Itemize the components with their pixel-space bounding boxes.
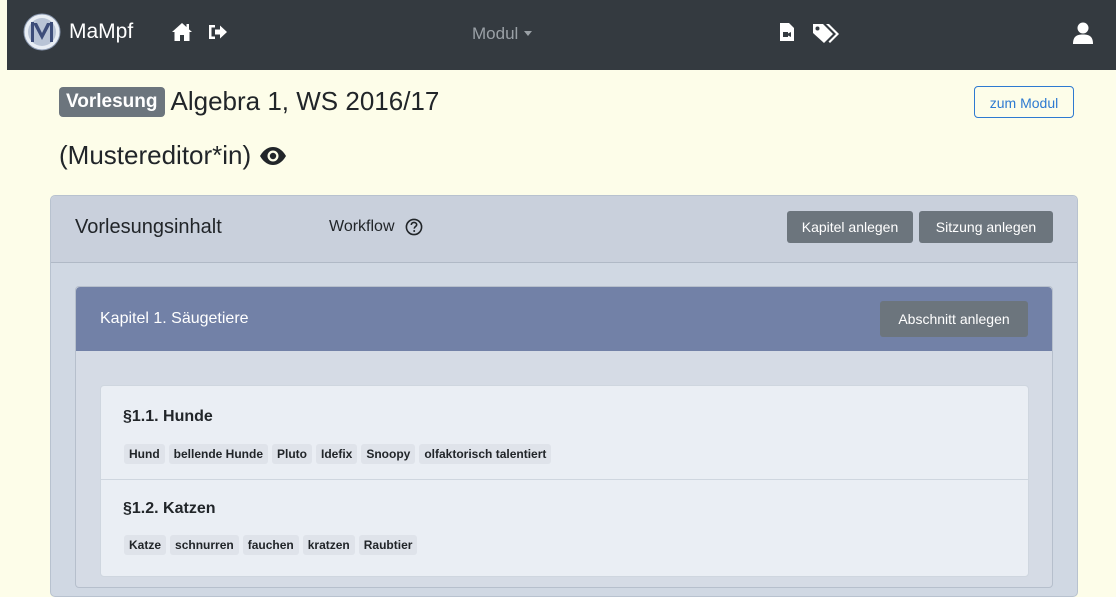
page-subtitle: (Mustereditor*in): [59, 140, 287, 171]
brand-name: MaMpf: [69, 20, 134, 43]
tags-icon[interactable]: [811, 22, 845, 44]
lecture-badge: Vorlesung: [59, 87, 165, 117]
chapter-header: Kapitel 1. Säugetiere Abschnitt anlegen: [76, 287, 1052, 351]
section-item: §1.2. Katzen Katze schnurren fauchen kra…: [101, 480, 1028, 576]
section-tags: Hund bellende Hunde Pluto Idefix Snoopy …: [124, 444, 552, 464]
to-module-button[interactable]: zum Modul: [974, 86, 1074, 118]
tag[interactable]: bellende Hunde: [168, 444, 268, 464]
tag[interactable]: Raubtier: [358, 535, 418, 555]
user-icon[interactable]: [1073, 22, 1093, 44]
lecture-content-card: Vorlesungsinhalt Workflow Kapitel anlege…: [50, 195, 1078, 597]
create-chapter-button[interactable]: Kapitel anlegen: [787, 211, 913, 243]
create-section-button[interactable]: Abschnitt anlegen: [880, 301, 1028, 337]
tag[interactable]: kratzen: [302, 535, 355, 555]
mampf-logo-icon: [23, 13, 61, 51]
section-title[interactable]: §1.1. Hunde: [123, 408, 213, 426]
tag[interactable]: Idefix: [316, 444, 358, 464]
tag[interactable]: olfaktorisch talentiert: [419, 444, 552, 464]
logout-icon[interactable]: [207, 22, 229, 42]
editor-label: (Mustereditor*in): [59, 140, 252, 170]
home-icon[interactable]: [171, 22, 193, 42]
chevron-down-icon: [524, 31, 533, 36]
chapter-card: Kapitel 1. Säugetiere Abschnitt anlegen …: [75, 286, 1053, 588]
modul-dropdown-label: Modul: [472, 24, 519, 43]
chapter-title[interactable]: Kapitel 1. Säugetiere: [100, 310, 249, 328]
section-title[interactable]: §1.2. Katzen: [123, 500, 215, 518]
section-list: §1.1. Hunde Hund bellende Hunde Pluto Id…: [100, 385, 1029, 577]
top-navbar: MaMpf Modul: [7, 0, 1116, 70]
eye-icon[interactable]: [259, 146, 287, 166]
section-item: §1.1. Hunde Hund bellende Hunde Pluto Id…: [101, 386, 1028, 479]
lecture-content-header: Vorlesungsinhalt Workflow Kapitel anlege…: [51, 196, 1077, 263]
workflow-label: Workflow: [329, 218, 395, 235]
tag[interactable]: fauchen: [242, 535, 299, 555]
tag[interactable]: Snoopy: [361, 444, 416, 464]
workflow-help[interactable]: Workflow: [329, 218, 423, 236]
page-title: Vorlesung Algebra 1, WS 2016/17: [59, 86, 439, 117]
tag[interactable]: Pluto: [272, 444, 312, 464]
tag[interactable]: Hund: [124, 444, 165, 464]
lecture-title: Algebra 1, WS 2016/17: [170, 86, 440, 116]
help-circle-icon[interactable]: [405, 218, 423, 236]
modul-dropdown[interactable]: Modul: [472, 24, 533, 44]
tag[interactable]: Katze: [124, 535, 167, 555]
lecture-content-title: Vorlesungsinhalt: [75, 216, 222, 238]
create-session-button[interactable]: Sitzung anlegen: [919, 211, 1053, 243]
brand[interactable]: MaMpf: [23, 13, 133, 51]
section-tags: Katze schnurren fauchen kratzen Raubtier: [124, 535, 418, 555]
tag[interactable]: schnurren: [170, 535, 239, 555]
video-file-icon[interactable]: [779, 22, 795, 42]
